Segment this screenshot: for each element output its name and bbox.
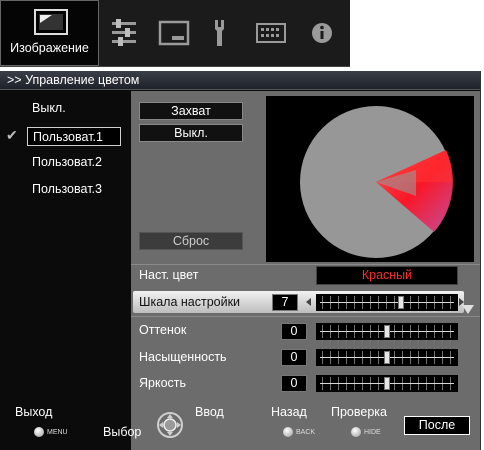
back-key-label: BACK <box>296 428 316 436</box>
saturation-slider[interactable] <box>316 349 458 366</box>
saturation-value: 0 <box>281 349 307 366</box>
slider-track <box>320 302 454 303</box>
dpad-icon <box>157 412 183 438</box>
enter-label[interactable]: Ввод <box>195 405 224 419</box>
tab-picture-label: Изображение <box>10 41 89 55</box>
check-label[interactable]: Проверка <box>331 405 387 419</box>
hue-slider-knob[interactable] <box>384 325 390 338</box>
info-icon[interactable] <box>306 18 338 48</box>
picture-icon <box>34 9 68 35</box>
remote-button-icon <box>34 427 44 437</box>
screen-icon[interactable] <box>158 18 190 48</box>
brightness-slider-knob[interactable] <box>384 377 390 390</box>
cursor-pointer-icon <box>462 305 474 314</box>
hide-key-label: HIDE <box>364 428 381 436</box>
top-menu-bar: Изображение <box>0 0 350 67</box>
hue-value: 0 <box>281 323 307 340</box>
saturation-label: Насыщенность <box>139 350 227 364</box>
off-button[interactable]: Выкл. <box>139 124 243 142</box>
arrow-left-icon[interactable] <box>306 298 311 306</box>
preset-user2[interactable]: Пользоват.2 <box>27 153 121 172</box>
hide-key-hint: HIDE <box>351 427 381 437</box>
scale-label: Шкала настройки <box>139 295 241 309</box>
brightness-slider[interactable] <box>316 375 458 392</box>
next-button[interactable]: После <box>404 416 470 435</box>
preset-off[interactable]: Выкл. <box>27 99 121 118</box>
scale-slider-knob[interactable] <box>398 296 405 309</box>
tab-picture[interactable]: Изображение <box>0 0 99 66</box>
separator <box>131 316 480 317</box>
adjust-color-label: Наст. цвет <box>139 268 199 282</box>
scale-slider[interactable] <box>316 294 458 311</box>
saturation-slider-knob[interactable] <box>384 351 390 364</box>
exit-label[interactable]: Выход <box>15 405 52 419</box>
separator <box>131 264 480 265</box>
preset-user3[interactable]: Пользоват.3 <box>27 180 121 199</box>
back-key-hint: BACK <box>283 427 315 437</box>
menu-key-label: MENU <box>47 428 68 436</box>
panel-title: >> Управление цветом <box>0 71 480 90</box>
keyboard-icon[interactable] <box>255 18 287 48</box>
reset-button[interactable]: Сброс <box>139 232 243 250</box>
back-label[interactable]: Назад <box>271 405 307 419</box>
remote-button-icon <box>351 427 361 437</box>
check-icon: ✔ <box>6 127 18 143</box>
preset-user1[interactable]: Пользоват.1 <box>27 127 121 146</box>
capture-button[interactable]: Захват <box>139 102 243 120</box>
adjust-color-value[interactable]: Красный <box>316 266 458 285</box>
scale-value: 7 <box>272 294 298 311</box>
color-wheel <box>300 106 453 258</box>
hue-label: Оттенок <box>139 323 187 337</box>
brightness-label: Яркость <box>139 376 187 390</box>
remote-button-icon <box>283 427 293 437</box>
adjust-settings-icon[interactable] <box>109 18 141 48</box>
select-label[interactable]: Выбор <box>103 425 141 439</box>
menu-key-hint: MENU <box>34 427 68 437</box>
brightness-value: 0 <box>281 375 307 392</box>
hue-slider[interactable] <box>316 323 458 340</box>
wrench-icon[interactable] <box>208 18 240 48</box>
color-wheel-preview <box>266 96 474 262</box>
